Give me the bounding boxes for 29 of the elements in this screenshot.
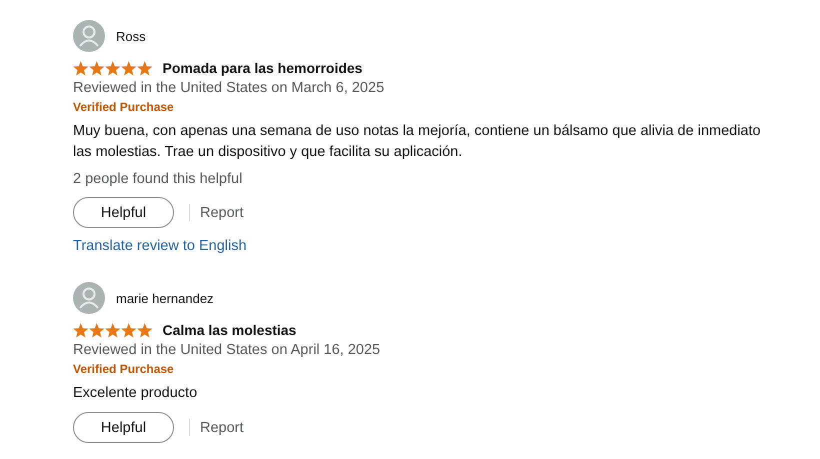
avatar-icon xyxy=(73,282,105,314)
translate-link[interactable]: Translate review to English xyxy=(73,236,247,256)
review-date: Reviewed in the United States on April 16, 2025 xyxy=(73,341,382,360)
star-icon xyxy=(105,322,120,338)
star-icon xyxy=(121,60,136,76)
helpful-count: 2 people found this helpful xyxy=(73,170,244,189)
star-icon xyxy=(105,60,120,76)
review-text: las molestias. Trae un dispositivo y que facilita su aplicación. xyxy=(73,143,462,162)
star-icon xyxy=(73,60,88,76)
reviewer-name: marie hernandez xyxy=(116,290,214,306)
helpful-button[interactable]: Helpful xyxy=(73,197,174,228)
helpful-button[interactable]: Helpful xyxy=(73,412,174,443)
review-title[interactable]: Pomada para las hemorroides xyxy=(162,60,362,76)
star-icon xyxy=(73,322,88,338)
star-icon xyxy=(89,60,104,76)
star-icon xyxy=(121,322,136,338)
avatar-icon xyxy=(73,20,105,52)
report-link[interactable]: Report xyxy=(200,420,244,436)
reviewer-name: Ross xyxy=(116,28,146,44)
review-text: Excelente producto xyxy=(73,384,198,403)
review-title[interactable]: Calma las molestias xyxy=(162,322,296,338)
star-icon xyxy=(137,322,152,338)
review-text: Muy buena, con apenas una semana de uso notas la mejoría, contiene un bálsamo que alivia de inmediato xyxy=(73,122,761,141)
report-link[interactable]: Report xyxy=(200,204,244,220)
review-date: Reviewed in the United States on March 6, 2025 xyxy=(73,79,386,98)
verified-purchase-label: Verified Purchase xyxy=(73,99,175,116)
verified-purchase-label: Verified Purchase xyxy=(73,361,175,378)
star-icon xyxy=(89,322,104,338)
star-icon xyxy=(137,60,152,76)
